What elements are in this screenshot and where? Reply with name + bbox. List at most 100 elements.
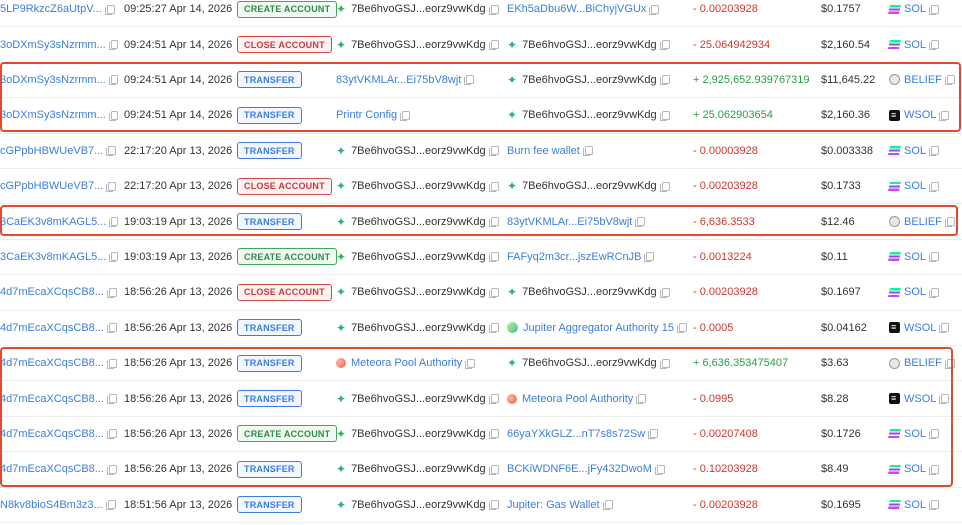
copy-icon[interactable] bbox=[636, 394, 647, 405]
copy-icon[interactable] bbox=[108, 40, 118, 51]
copy-icon[interactable] bbox=[659, 40, 670, 51]
copy-icon[interactable] bbox=[106, 146, 117, 157]
to-address[interactable]: Jupiter Aggregator Authority 15 bbox=[523, 322, 674, 334]
copy-icon[interactable] bbox=[944, 75, 955, 86]
to-address[interactable]: FAFyq2m3cr...jszEwRCnJB bbox=[507, 251, 641, 263]
from-address[interactable]: Meteora Pool Authority bbox=[351, 357, 462, 369]
from-address[interactable]: 7Be6hvoGSJ...eorz9vwKdg bbox=[351, 286, 486, 298]
token-link[interactable]: SOL bbox=[904, 3, 926, 15]
token-link[interactable]: SOL bbox=[904, 251, 926, 263]
copy-icon[interactable] bbox=[106, 358, 117, 369]
to-address[interactable]: Meteora Pool Authority bbox=[522, 393, 633, 405]
from-address[interactable]: 7Be6hvoGSJ...eorz9vwKdg bbox=[351, 180, 486, 192]
token-link[interactable]: BELIEF bbox=[904, 357, 942, 369]
copy-icon[interactable] bbox=[488, 217, 499, 228]
to-address[interactable]: EKh5aDbu6W...BiChyjVGUx bbox=[507, 3, 646, 15]
copy-icon[interactable] bbox=[106, 323, 117, 334]
from-address[interactable]: Printr Config bbox=[336, 109, 397, 121]
from-address[interactable]: 7Be6hvoGSJ...eorz9vwKdg bbox=[351, 428, 486, 440]
copy-icon[interactable] bbox=[488, 252, 499, 263]
signature-link[interactable]: 3oDXmSy3sNzrmm... bbox=[0, 109, 106, 121]
copy-icon[interactable] bbox=[939, 323, 950, 334]
copy-icon[interactable] bbox=[648, 429, 659, 440]
copy-icon[interactable] bbox=[465, 358, 476, 369]
token-link[interactable]: SOL bbox=[904, 428, 926, 440]
copy-icon[interactable] bbox=[944, 217, 955, 228]
from-address[interactable]: 83ytVKMLAr...Ei75bV8wjt bbox=[336, 74, 461, 86]
copy-icon[interactable] bbox=[106, 287, 117, 298]
copy-icon[interactable] bbox=[659, 287, 670, 298]
token-link[interactable]: WSOL bbox=[904, 322, 936, 334]
token-link[interactable]: SOL bbox=[904, 286, 926, 298]
copy-icon[interactable] bbox=[488, 181, 499, 192]
token-link[interactable]: SOL bbox=[904, 180, 926, 192]
copy-icon[interactable] bbox=[644, 252, 655, 263]
token-link[interactable]: SOL bbox=[904, 39, 926, 51]
copy-icon[interactable] bbox=[929, 464, 940, 475]
from-address[interactable]: 7Be6hvoGSJ...eorz9vwKdg bbox=[351, 251, 486, 263]
from-address[interactable]: 7Be6hvoGSJ...eorz9vwKdg bbox=[351, 216, 486, 228]
from-address[interactable]: 7Be6hvoGSJ...eorz9vwKdg bbox=[351, 3, 486, 15]
token-link[interactable]: SOL bbox=[904, 145, 926, 157]
from-address[interactable]: 7Be6hvoGSJ...eorz9vwKdg bbox=[351, 322, 486, 334]
copy-icon[interactable] bbox=[929, 287, 940, 298]
signature-link[interactable]: 3CaEK3v8mKAGL5... bbox=[0, 216, 106, 228]
copy-icon[interactable] bbox=[109, 252, 118, 263]
copy-icon[interactable] bbox=[108, 110, 118, 121]
copy-icon[interactable] bbox=[659, 110, 670, 121]
copy-icon[interactable] bbox=[488, 394, 499, 405]
token-link[interactable]: WSOL bbox=[904, 109, 936, 121]
token-link[interactable]: SOL bbox=[904, 463, 926, 475]
from-address[interactable]: 7Be6hvoGSJ...eorz9vwKdg bbox=[351, 463, 486, 475]
signature-link[interactable]: N8kv8bioS4Bm3z3... bbox=[0, 499, 103, 511]
signature-link[interactable]: 4d7mEcaXCqsCB8... bbox=[0, 428, 104, 440]
copy-icon[interactable] bbox=[488, 500, 499, 511]
to-address[interactable]: 7Be6hvoGSJ...eorz9vwKdg bbox=[522, 109, 657, 121]
signature-link[interactable]: cGPpbHBWUeVB7... bbox=[0, 180, 103, 192]
copy-icon[interactable] bbox=[929, 500, 940, 511]
copy-icon[interactable] bbox=[929, 252, 940, 263]
copy-icon[interactable] bbox=[929, 40, 940, 51]
from-address[interactable]: 7Be6hvoGSJ...eorz9vwKdg bbox=[351, 39, 486, 51]
signature-link[interactable]: 4d7mEcaXCqsCB8... bbox=[0, 393, 104, 405]
from-address[interactable]: 7Be6hvoGSJ...eorz9vwKdg bbox=[351, 145, 486, 157]
copy-icon[interactable] bbox=[106, 394, 117, 405]
copy-icon[interactable] bbox=[635, 217, 646, 228]
copy-icon[interactable] bbox=[108, 75, 118, 86]
to-address[interactable]: Jupiter: Gas Wallet bbox=[507, 499, 600, 511]
signature-link[interactable]: cGPpbHBWUeVB7... bbox=[0, 145, 103, 157]
signature-link[interactable]: 4d7mEcaXCqsCB8... bbox=[0, 357, 104, 369]
to-address[interactable]: 7Be6hvoGSJ...eorz9vwKdg bbox=[522, 357, 657, 369]
copy-icon[interactable] bbox=[488, 287, 499, 298]
copy-icon[interactable] bbox=[488, 40, 499, 51]
from-address[interactable]: 7Be6hvoGSJ...eorz9vwKdg bbox=[351, 499, 486, 511]
copy-icon[interactable] bbox=[677, 323, 688, 334]
copy-icon[interactable] bbox=[939, 110, 950, 121]
token-link[interactable]: BELIEF bbox=[904, 216, 942, 228]
token-link[interactable]: SOL bbox=[904, 499, 926, 511]
copy-icon[interactable] bbox=[106, 464, 117, 475]
to-address[interactable]: 66yaYXkGLZ...nT7s8s72Sw bbox=[507, 428, 645, 440]
signature-link[interactable]: 3oDXmSy3sNzrmm... bbox=[0, 39, 106, 51]
copy-icon[interactable] bbox=[464, 75, 475, 86]
copy-icon[interactable] bbox=[488, 4, 499, 15]
copy-icon[interactable] bbox=[488, 429, 499, 440]
copy-icon[interactable] bbox=[659, 181, 670, 192]
from-address[interactable]: 7Be6hvoGSJ...eorz9vwKdg bbox=[351, 393, 486, 405]
copy-icon[interactable] bbox=[400, 110, 411, 121]
copy-icon[interactable] bbox=[659, 75, 670, 86]
signature-link[interactable]: 4d7mEcaXCqsCB8... bbox=[0, 322, 104, 334]
copy-icon[interactable] bbox=[106, 181, 117, 192]
copy-icon[interactable] bbox=[488, 464, 499, 475]
to-address[interactable]: Burn fee wallet bbox=[507, 145, 580, 157]
signature-link[interactable]: 3CaEK3v8mKAGL5... bbox=[0, 251, 106, 263]
to-address[interactable]: BCKiWDNF6E...jFy432DwoM bbox=[507, 463, 652, 475]
copy-icon[interactable] bbox=[104, 4, 115, 15]
to-address[interactable]: 7Be6hvoGSJ...eorz9vwKdg bbox=[522, 180, 657, 192]
signature-link[interactable]: 4d7mEcaXCqsCB8... bbox=[0, 463, 104, 475]
copy-icon[interactable] bbox=[582, 146, 593, 157]
signature-link[interactable]: 4d7mEcaXCqsCB8... bbox=[0, 286, 104, 298]
copy-icon[interactable] bbox=[649, 4, 660, 15]
signature-link[interactable]: 5LP9RkzcZ6aUtpV... bbox=[0, 3, 102, 15]
to-address[interactable]: 7Be6hvoGSJ...eorz9vwKdg bbox=[522, 39, 657, 51]
